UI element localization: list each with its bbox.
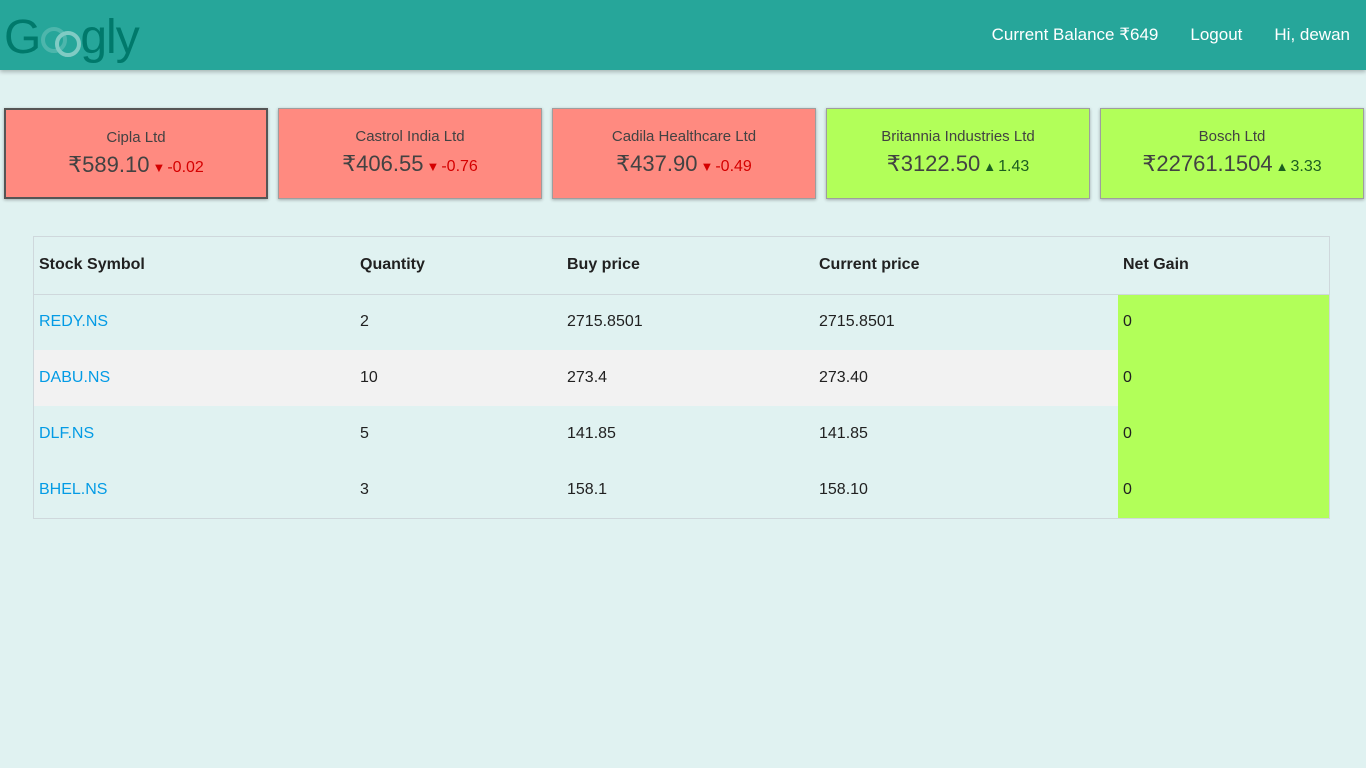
googly-logo[interactable]: Ggly <box>4 8 140 64</box>
net-gain-cell: 0 <box>1118 406 1329 462</box>
table-row: DABU.NS 10 273.4 273.40 0 <box>34 350 1329 406</box>
stock-symbol-link[interactable]: DLF.NS <box>39 425 94 442</box>
net-gain-cell: 0 <box>1118 294 1329 350</box>
net-gain-cell: 0 <box>1118 462 1329 518</box>
ticker-change: 3.33 <box>1290 158 1322 175</box>
buy-price-cell: 2715.8501 <box>567 313 643 331</box>
current-price-cell: 273.40 <box>814 350 1118 406</box>
stock-symbol-link[interactable]: DABU.NS <box>39 369 110 386</box>
ticker-name: Castrol India Ltd <box>355 128 465 145</box>
top-navbar: Ggly Current Balance ₹649 Logout Hi, dew… <box>0 0 1366 70</box>
up-arrow-icon: ▲ <box>1275 159 1289 174</box>
ticker-price: ₹437.90 <box>616 151 698 176</box>
nav-menu: Current Balance ₹649 Logout Hi, dewan <box>976 0 1350 70</box>
column-header-symbol: Stock Symbol <box>34 237 355 295</box>
column-header-current-price: Current price <box>814 237 1118 295</box>
ticker-name: Britannia Industries Ltd <box>881 128 1035 145</box>
ticker-name: Bosch Ltd <box>1198 128 1266 145</box>
column-header-buy-price: Buy price <box>562 237 814 295</box>
column-header-quantity: Quantity <box>355 237 562 295</box>
stock-symbol-link[interactable]: BHEL.NS <box>39 481 107 498</box>
table-header-row: Stock Symbol Quantity Buy price Current … <box>34 237 1329 295</box>
quantity-cell: 3 <box>360 481 369 498</box>
ticker-change: -0.76 <box>441 158 478 175</box>
current-balance: Current Balance ₹649 <box>991 25 1159 44</box>
net-gain-cell: 0 <box>1118 350 1329 406</box>
current-price-cell: 158.10 <box>819 481 868 498</box>
ticker-price: ₹22761.1504 <box>1142 151 1273 176</box>
buy-price-cell: 273.4 <box>562 350 814 406</box>
ticker-change: 1.43 <box>998 158 1030 175</box>
current-price-cell: 2715.8501 <box>819 313 895 331</box>
ticker-change: -0.02 <box>167 159 204 176</box>
stock-symbol-link[interactable]: REDY.NS <box>39 313 108 330</box>
ticker-card[interactable]: Cadila Healthcare Ltd ₹437.90 ▼ -0.49 <box>552 108 816 199</box>
column-header-net-gain: Net Gain <box>1118 237 1329 295</box>
down-arrow-icon: ▼ <box>700 159 714 174</box>
logo-rings-icon <box>41 19 82 57</box>
ticker-price: ₹3122.50 <box>886 151 981 176</box>
ticker-price: ₹406.55 <box>342 151 424 176</box>
table-row: REDY.NS 2 2715.8501 2715.8501 0 <box>34 294 1329 350</box>
logo-text: Ggly <box>4 11 140 64</box>
ticker-card[interactable]: Castrol India Ltd ₹406.55 ▼ -0.76 <box>278 108 542 199</box>
ticker-name: Cadila Healthcare Ltd <box>611 128 757 145</box>
down-arrow-icon: ▼ <box>426 159 440 174</box>
ticker-change: -0.49 <box>715 158 752 175</box>
table-row: BHEL.NS 3 158.1 158.10 0 <box>34 462 1329 518</box>
up-arrow-icon: ▲ <box>983 159 997 174</box>
table-row: DLF.NS 5 141.85 141.85 0 <box>34 406 1329 462</box>
ticker-name: Cipla Ltd <box>106 129 166 146</box>
quantity-cell: 10 <box>355 350 562 406</box>
down-arrow-icon: ▼ <box>152 160 166 175</box>
buy-price-cell: 158.1 <box>567 481 608 498</box>
quantity-cell: 2 <box>360 313 369 331</box>
ticker-price: ₹589.10 <box>68 152 150 177</box>
stock-ticker-strip: Cipla Ltd ₹589.10 ▼ -0.02 Castrol India … <box>4 108 1364 199</box>
user-greeting[interactable]: Hi, dewan <box>1258 0 1350 70</box>
ticker-card[interactable]: Cipla Ltd ₹589.10 ▼ -0.02 <box>4 108 268 199</box>
quantity-cell: 5 <box>360 425 369 442</box>
ticker-card[interactable]: Bosch Ltd ₹22761.1504 ▲ 3.33 <box>1100 108 1364 199</box>
ticker-card[interactable]: Britannia Industries Ltd ₹3122.50 ▲ 1.43 <box>826 108 1090 199</box>
buy-price-cell: 141.85 <box>567 425 616 442</box>
portfolio-table: Stock Symbol Quantity Buy price Current … <box>33 236 1330 519</box>
logout-link[interactable]: Logout <box>1174 0 1258 70</box>
current-price-cell: 141.85 <box>819 425 868 442</box>
